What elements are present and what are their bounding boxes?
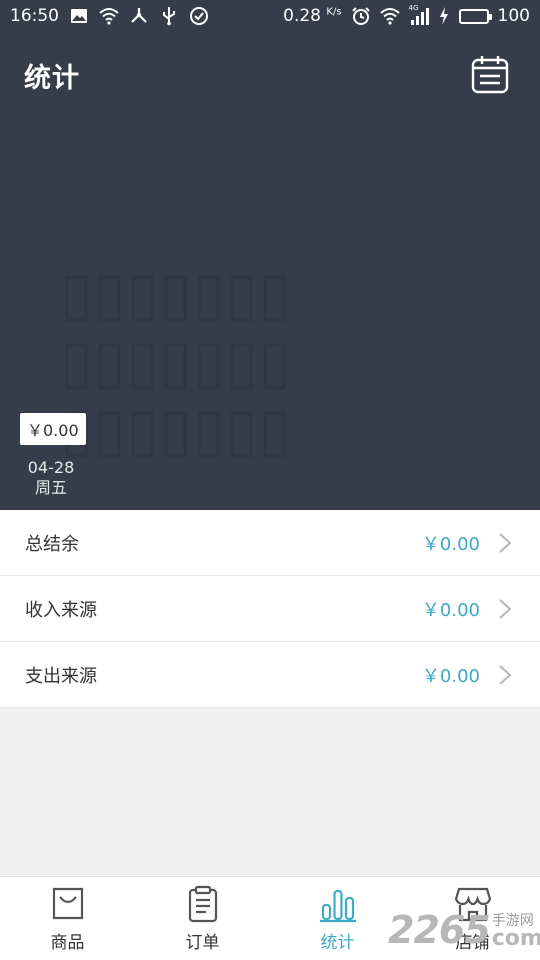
row-expense-source[interactable]: 支出来源 ￥0.00: [0, 642, 540, 708]
bar-chart-icon: [319, 885, 357, 923]
date-label: 04-28: [27, 458, 75, 477]
chart-selected-date[interactable]: 04-28 周五: [20, 458, 82, 498]
tab-orders[interactable]: 订单: [135, 877, 270, 960]
row-value: ￥0.00: [421, 533, 480, 555]
image-notification-icon: [69, 6, 89, 26]
chevron-right-icon: [498, 532, 512, 554]
tab-label: 订单: [185, 933, 220, 953]
weekday-label: 周五: [34, 478, 67, 497]
status-time: 16:50: [10, 6, 59, 26]
chart-background-texture: ▯▯▯▯▯▯▯ ▯▯▯▯▯▯▯ ▯▯▯▯▯▯▯: [60, 262, 292, 462]
calendar-icon: [471, 56, 509, 94]
status-right: 0.28 K/s 4G 100: [283, 4, 530, 26]
chart-tooltip: ￥0.00: [20, 413, 86, 445]
usb-icon: [159, 6, 179, 26]
tab-products[interactable]: 商品: [0, 877, 135, 960]
row-label: 收入来源: [25, 599, 97, 621]
battery-indicator: 100: [458, 6, 530, 26]
share-icon: [129, 6, 149, 26]
row-value: ￥0.00: [421, 599, 480, 621]
signal-icon: 4G: [408, 4, 429, 26]
status-bar: 16:50 0.28 K/s 4G 100: [0, 0, 540, 34]
clipboard-icon: [184, 885, 222, 923]
page-title: 统计: [24, 63, 80, 94]
row-label: 总结余: [25, 533, 79, 555]
tab-statistics[interactable]: 统计: [270, 877, 405, 960]
battery-level: 100: [497, 6, 530, 26]
row-income-source[interactable]: 收入来源 ￥0.00: [0, 576, 540, 642]
check-circle-icon: [189, 6, 209, 26]
battery-icon: [458, 8, 492, 24]
tab-label: 商品: [50, 933, 85, 953]
charging-icon: [438, 6, 450, 26]
wifi-question-icon: [99, 6, 119, 26]
status-left: 16:50: [10, 6, 209, 26]
alarm-icon: [351, 6, 371, 26]
watermark-number: 2265: [388, 908, 491, 952]
chevron-right-icon: [498, 598, 512, 620]
site-watermark: 2265 手游网 com: [388, 906, 540, 954]
network-type: 4G: [408, 4, 419, 12]
row-label: 支出来源: [25, 665, 97, 687]
summary-list: 总结余 ￥0.00 收入来源 ￥0.00 支出来源 ￥0.00: [0, 510, 540, 708]
row-value: ￥0.00: [421, 665, 480, 687]
stats-header: 16:50 0.28 K/s 4G 100 统计 ▯▯▯▯▯▯▯ ▯▯▯▯▯▯▯…: [0, 0, 540, 510]
calendar-button[interactable]: [469, 54, 511, 96]
bag-icon: [49, 885, 87, 923]
net-speed: 0.28 K/s: [283, 6, 342, 26]
watermark-com: com: [491, 926, 540, 951]
row-total-balance[interactable]: 总结余 ￥0.00: [0, 510, 540, 576]
wifi-icon: [379, 6, 400, 26]
chevron-right-icon: [498, 664, 512, 686]
watermark-sub: 手游网 com: [491, 912, 540, 951]
tab-label: 统计: [320, 933, 355, 953]
